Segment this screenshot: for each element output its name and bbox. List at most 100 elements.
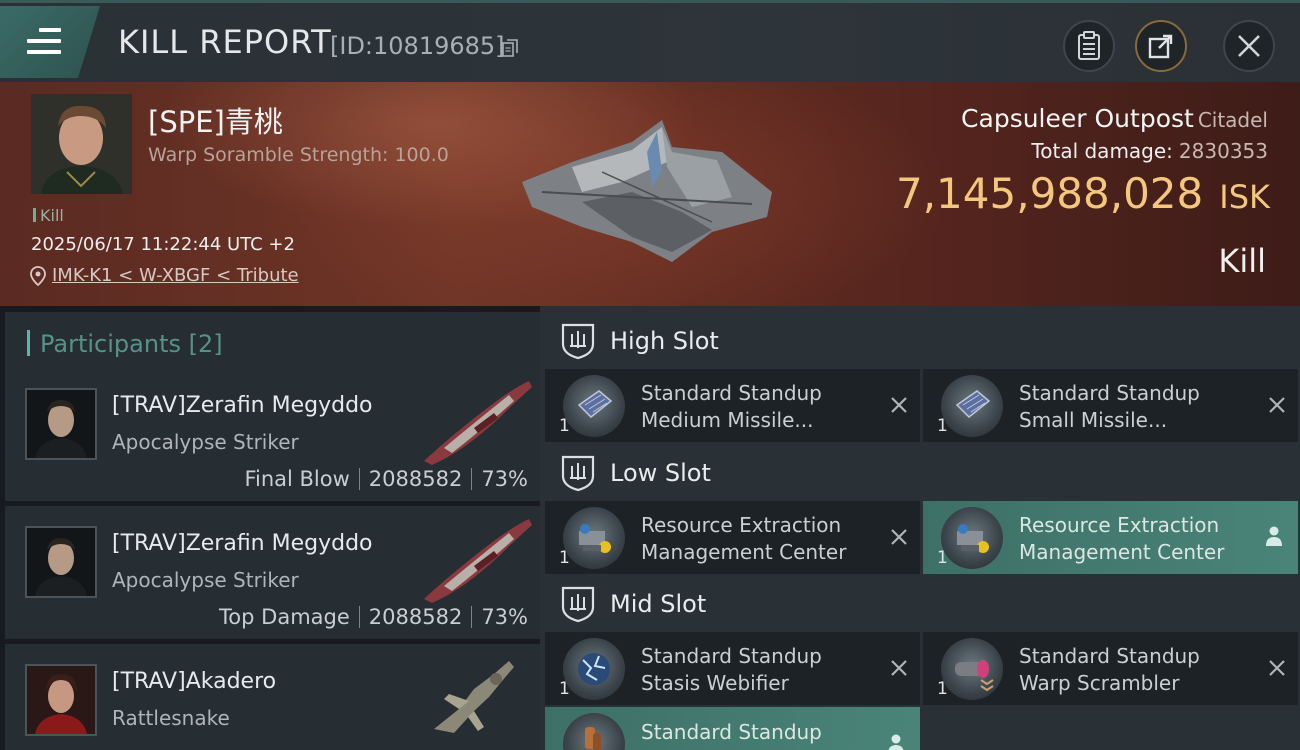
- resource-extraction-icon: [941, 507, 1003, 569]
- module-icon: [563, 713, 625, 750]
- mid-slot-header: Mid Slot: [540, 573, 1300, 635]
- slot-label: High Slot: [610, 327, 719, 355]
- citadel-ship-image: [522, 120, 772, 262]
- participant-ship: Apocalypse Striker: [112, 568, 299, 592]
- apocalypse-ship-image: [424, 381, 532, 465]
- module-name: Standard Standup: [641, 720, 822, 744]
- participants-header: Participants [2]: [5, 312, 540, 370]
- module-quantity: 1: [559, 416, 570, 436]
- participants-count: [2]: [188, 330, 223, 358]
- participant-stats: Final Blow 2088582 73%: [244, 467, 528, 491]
- header-bar: KILL REPORT [ID:10819685]: [0, 0, 1300, 82]
- participant-ship: Apocalypse Striker: [112, 430, 299, 454]
- report-id: [ID:10819685]: [330, 32, 505, 60]
- location-pin-icon: [30, 265, 46, 286]
- close-button[interactable]: [1223, 20, 1275, 72]
- participant-ship: Rattlesnake: [112, 706, 230, 730]
- target-class: Citadel: [1197, 108, 1268, 132]
- dropped-person-icon: [1266, 526, 1282, 546]
- high-slot-header: High Slot: [540, 310, 1300, 372]
- module-name: Standard Standup Small Missile...: [1019, 381, 1200, 432]
- warp-scrambler-icon: [941, 638, 1003, 700]
- participant-row[interactable]: i [TRAV]Akadero Rattlesnake: [5, 644, 540, 750]
- top-damage-tag: Top Damage: [219, 605, 350, 629]
- module-item[interactable]: 1 Resource Extraction Management Center: [545, 501, 920, 574]
- participant-avatar: [25, 388, 97, 460]
- total-damage-value: 2830353: [1178, 139, 1268, 163]
- isk-amount: 7,145,988,028: [895, 169, 1204, 218]
- module-name: Standard Standup Medium Missile...: [641, 381, 822, 432]
- module-name: Standard Standup Stasis Webifier: [641, 644, 822, 695]
- close-icon: [1238, 35, 1260, 57]
- participant-row[interactable]: [TRAV]Zerafin Megyddo Apocalypse Striker…: [5, 506, 540, 639]
- kill-date: 2025/06/17 11:22:44 UTC +2: [31, 234, 295, 255]
- resource-extraction-icon: [563, 507, 625, 569]
- slot-label: Mid Slot: [610, 590, 707, 618]
- slot-label: Low Slot: [610, 459, 711, 487]
- participant-damage: 2088582: [368, 467, 463, 491]
- destroyed-x-icon: [891, 397, 907, 413]
- location-link[interactable]: IMK-K1 < W-XBGF < Tribute: [52, 265, 299, 286]
- menu-button[interactable]: [0, 6, 100, 78]
- missile-launcher-icon: [563, 375, 625, 437]
- module-item[interactable]: 1 Standard Standup Stasis Webifier: [545, 632, 920, 705]
- isk-value: 7,145,988,028 ISK: [896, 169, 1270, 218]
- participant-percent: 73%: [481, 605, 528, 629]
- destroyed-x-icon: [1269, 397, 1285, 413]
- module-item[interactable]: 1 Standard Standup Medium Missile...: [545, 369, 920, 442]
- module-quantity: 1: [559, 679, 570, 699]
- high-slot-icon: [561, 323, 595, 360]
- total-damage-label: Total damage:: [1031, 139, 1173, 163]
- share-button[interactable]: [1135, 20, 1187, 72]
- kill-location[interactable]: IMK-K1 < W-XBGF < Tribute: [30, 265, 299, 286]
- low-slot-header: Low Slot: [540, 442, 1300, 504]
- dropped-person-icon: [888, 734, 904, 750]
- participant-row[interactable]: [TRAV]Zerafin Megyddo Apocalypse Striker…: [5, 368, 540, 501]
- participant-percent: 73%: [481, 467, 528, 491]
- target-type: Capsuleer Outpost: [961, 104, 1194, 133]
- target-name: Capsuleer Outpost Citadel: [961, 104, 1268, 133]
- destroyed-x-icon: [1269, 660, 1285, 676]
- participant-name[interactable]: [TRAV]Akadero: [112, 669, 276, 694]
- warp-scramble-strength: Warp Soramble Strength: 100.0: [148, 144, 449, 166]
- participant-avatar: [25, 526, 97, 598]
- module-name: Resource Extraction Management Center: [641, 513, 847, 564]
- module-item[interactable]: 1 Resource Extraction Management Center: [923, 501, 1298, 574]
- page-title: KILL REPORT: [118, 23, 332, 61]
- kill-summary-banner: [SPE]青桃 Warp Soramble Strength: 100.0 Ki…: [0, 82, 1300, 306]
- module-quantity: 1: [937, 416, 948, 436]
- module-quantity: 1: [937, 548, 948, 568]
- destroyed-x-icon: [891, 660, 907, 676]
- final-blow-tag: Final Blow: [244, 467, 350, 491]
- module-item[interactable]: 1 Standard Standup Small Missile...: [923, 369, 1298, 442]
- share-icon: [1148, 34, 1173, 59]
- clipboard-button[interactable]: [1063, 20, 1115, 72]
- apocalypse-ship-image: [424, 519, 532, 603]
- participants-panel: Participants [2] [TRAV]Zerafin Megyddo A…: [0, 306, 540, 750]
- rattlesnake-ship-image: [434, 661, 514, 733]
- module-quantity: 1: [937, 679, 948, 699]
- module-name: Resource Extraction Management Center: [1019, 513, 1225, 564]
- participant-damage: 2088582: [368, 605, 463, 629]
- module-item[interactable]: 1 Standard Standup Warp Scrambler: [923, 632, 1298, 705]
- isk-unit: ISK: [1219, 178, 1270, 216]
- module-quantity: 1: [559, 548, 570, 568]
- victim-name[interactable]: [SPE]青桃: [148, 99, 283, 141]
- missile-launcher-icon: [941, 375, 1003, 437]
- low-slot-icon: [561, 455, 595, 492]
- participant-avatar: i: [25, 664, 97, 736]
- participants-title: Participants [2]: [40, 330, 223, 358]
- participant-name[interactable]: [TRAV]Zerafin Megyddo: [112, 393, 373, 418]
- total-damage: Total damage: 2830353: [1031, 139, 1268, 163]
- module-item[interactable]: Standard Standup: [545, 707, 920, 750]
- stasis-webifier-icon: [563, 638, 625, 700]
- kill-tag: Kill: [33, 206, 64, 225]
- menu-icon: [27, 28, 61, 54]
- destroyed-x-icon: [891, 529, 907, 545]
- participant-name[interactable]: [TRAV]Zerafin Megyddo: [112, 531, 373, 556]
- mid-slot-icon: [561, 586, 595, 623]
- copy-icon[interactable]: [502, 39, 518, 57]
- clipboard-icon: [1078, 31, 1100, 60]
- victim-portrait[interactable]: [31, 94, 132, 194]
- participants-label: Participants: [40, 330, 181, 358]
